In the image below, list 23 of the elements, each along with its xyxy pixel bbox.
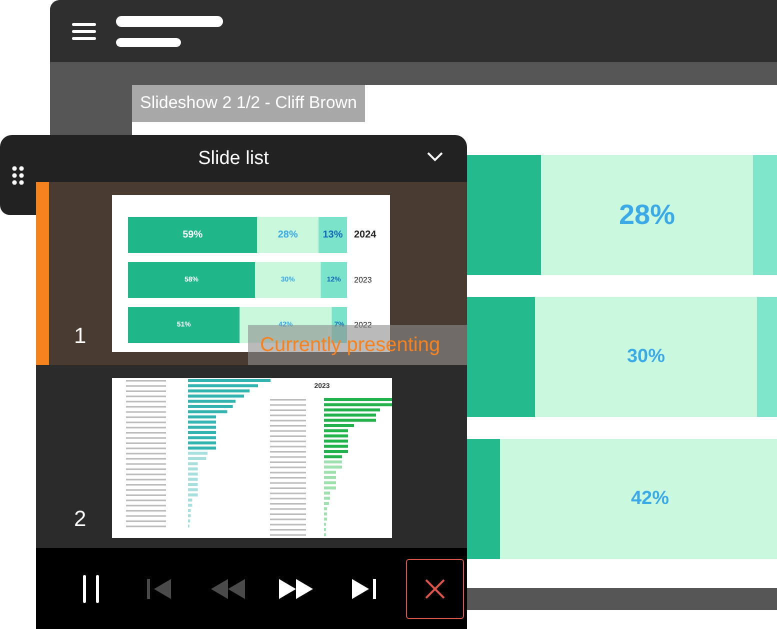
- data-label: 28%: [278, 230, 298, 240]
- data-label: 13%: [322, 230, 343, 240]
- data-label: 28%: [618, 199, 676, 231]
- close-icon: [425, 578, 446, 598]
- slide-label: Slideshow 2 1/2 - Cliff Brown: [132, 85, 366, 122]
- skip-back-icon: [147, 578, 172, 598]
- category-label: 2024: [354, 230, 376, 240]
- rewind-icon: [210, 578, 245, 598]
- slide-number: 2: [74, 506, 86, 532]
- close-button[interactable]: [406, 558, 464, 618]
- panel-title: Slide list: [198, 148, 269, 170]
- fast-forward-icon: [279, 578, 314, 598]
- drag-handle-icon[interactable]: [12, 166, 24, 185]
- data-label: 59%: [182, 230, 203, 240]
- skip-forward-icon: [352, 578, 376, 598]
- data-label: 30%: [626, 346, 666, 368]
- drag-tab[interactable]: [0, 182, 36, 215]
- category-label: 2023: [354, 276, 372, 284]
- slide-number: 1: [74, 323, 86, 349]
- pause-icon: [82, 574, 100, 602]
- chevron-icon[interactable]: [427, 152, 443, 162]
- menu-icon[interactable]: [72, 22, 96, 40]
- data-label: 42%: [630, 488, 670, 510]
